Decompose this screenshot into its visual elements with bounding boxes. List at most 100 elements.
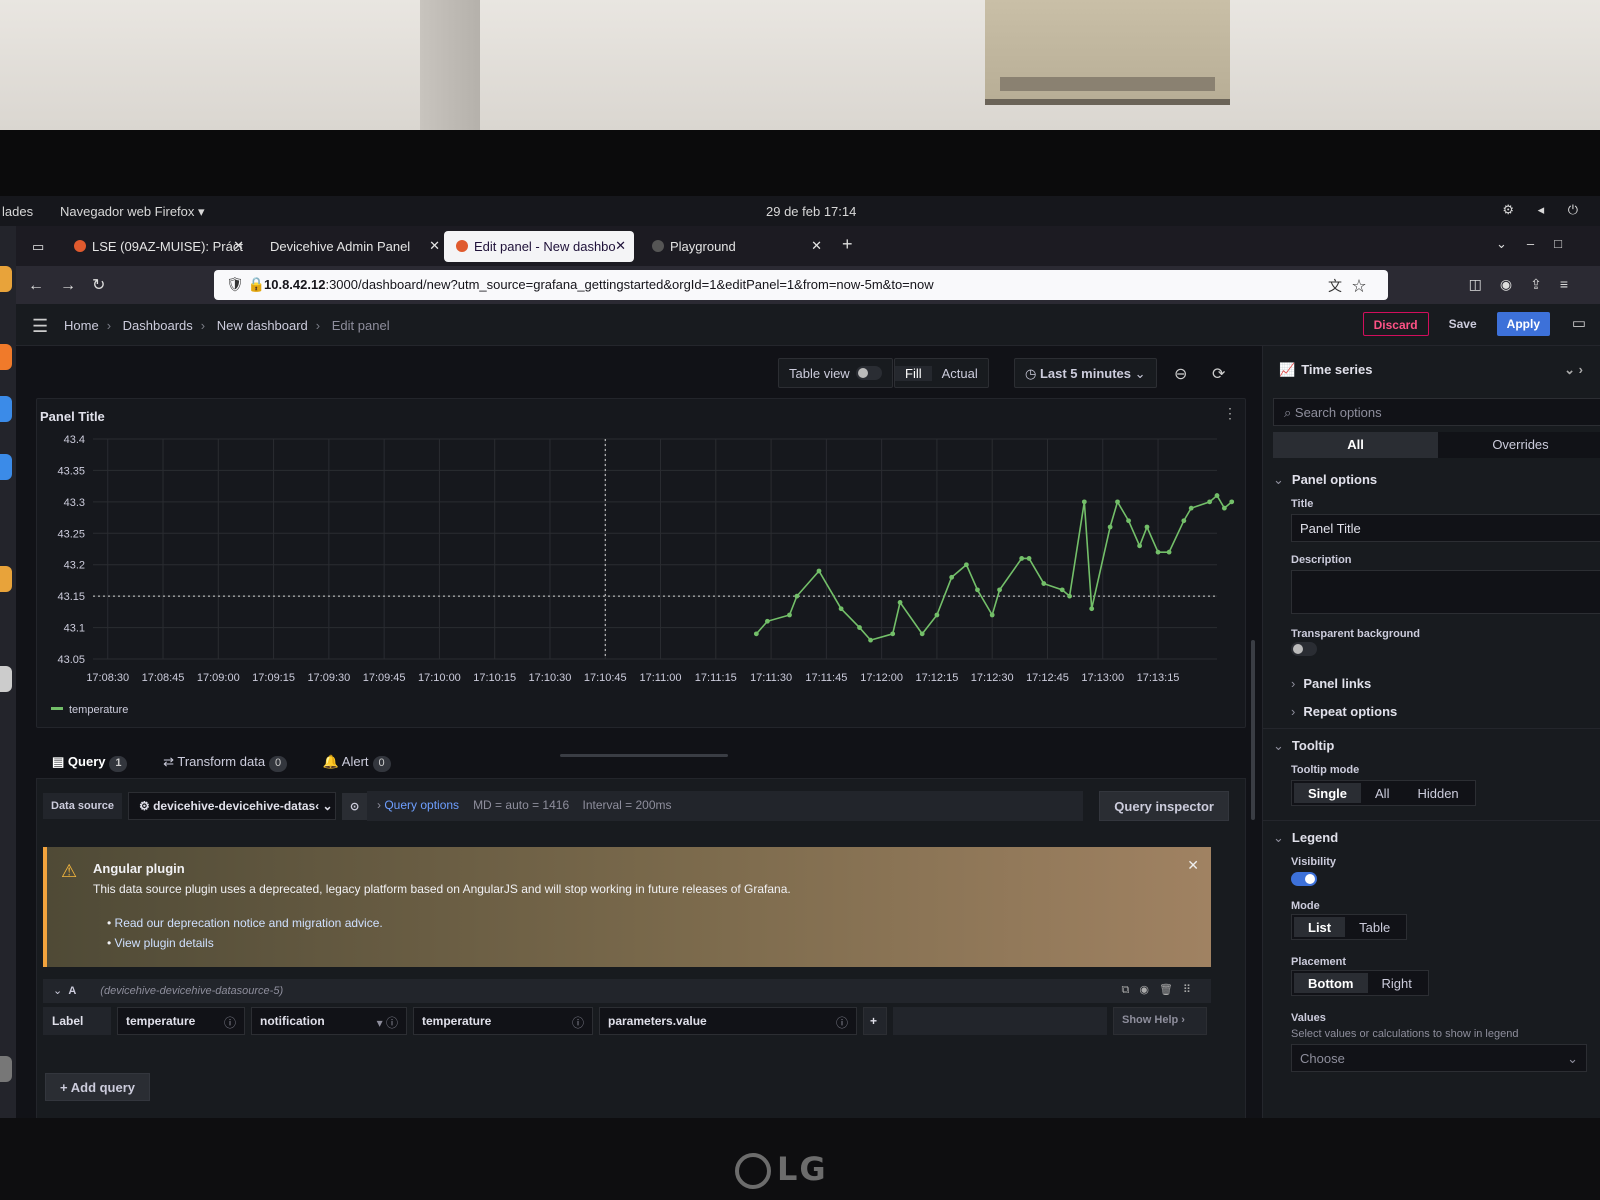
legend-mode-label: Mode (1291, 900, 1320, 912)
new-tab-button[interactable]: + (842, 234, 853, 255)
data-point (1166, 549, 1172, 555)
save-button[interactable]: Save (1439, 312, 1487, 336)
title-input[interactable]: Panel Title (1291, 514, 1600, 542)
visualization-picker[interactable]: 📈 Time series ⌄ › (1273, 356, 1591, 386)
actual-option[interactable]: Actual (932, 366, 988, 381)
dock-app-icon[interactable] (0, 566, 12, 592)
legend-right-option[interactable]: Right (1368, 973, 1426, 993)
title-label: Title (1291, 498, 1314, 510)
transparent-background-switch[interactable] (1291, 642, 1317, 656)
legend-header[interactable]: ⌄ Legend (1273, 830, 1338, 846)
repeat-options-header[interactable]: › Repeat options (1291, 704, 1397, 719)
tab-label: Edit panel - New dashbo (474, 239, 616, 254)
tooltip-hidden-option[interactable]: Hidden (1403, 783, 1472, 803)
data-point (838, 606, 844, 612)
app-menu[interactable]: Navegador web Firefox ▾ (60, 204, 205, 220)
dock-app-icon[interactable] (0, 396, 12, 422)
panel-links-label: Panel links (1303, 676, 1372, 691)
zoom-out-icon[interactable]: ⊖ (1174, 364, 1187, 384)
tab-all[interactable]: All (1273, 432, 1438, 458)
dock-app-icon[interactable] (0, 454, 12, 480)
legend-values-placeholder: Choose (1300, 1051, 1345, 1066)
panel-menu-icon[interactable]: ⋮ (1223, 405, 1237, 422)
url-field[interactable]: 🛡 🔒 10.8.42.12:3000/dashboard/new?utm_so… (214, 270, 1388, 300)
tv-mode-icon[interactable]: ▭ (1572, 314, 1586, 332)
grafana-top-bar: ☰ Home › Dashboards › New dashboard › Edit … (16, 304, 1600, 346)
url-path: :3000/dashboard/new?utm_source=grafana_g… (325, 277, 934, 292)
dock-app-icon[interactable] (0, 344, 12, 370)
time-range-picker[interactable]: ◷ Last 5 minutes ⌄ (1014, 358, 1157, 388)
legend-item[interactable]: temperature (69, 704, 128, 716)
clock-icon: ◷ (1025, 366, 1040, 381)
extension-icons[interactable]: ◫◉⇪≡ (1469, 276, 1586, 293)
fill-option[interactable]: Fill (895, 366, 932, 381)
legend-visibility-switch[interactable] (1291, 872, 1317, 886)
data-point (934, 612, 940, 618)
search-options-input[interactable]: ⌕ Search options (1273, 398, 1600, 426)
tab-overrides[interactable]: Overrides (1438, 432, 1600, 458)
tooltip-mode-label: Tooltip mode (1291, 764, 1360, 776)
tab-list-icon[interactable]: ▭ (26, 231, 54, 262)
chart-legend: temperature (51, 704, 128, 716)
legend-placement-radio: Bottom Right (1291, 970, 1429, 996)
table-view-switch[interactable] (855, 366, 882, 380)
legend-bottom-option[interactable]: Bottom (1294, 973, 1368, 993)
breadcrumb-dashboards[interactable]: Dashboards (123, 318, 193, 333)
legend-label: Legend (1291, 830, 1339, 845)
legend-list-option[interactable]: List (1294, 917, 1346, 937)
clock[interactable]: 29 de feb 17:14 (766, 204, 856, 219)
nav-buttons[interactable]: ←→↻ (28, 275, 121, 295)
legend-swatch (51, 707, 63, 710)
tooltip-label: Tooltip (1291, 738, 1335, 753)
size-mode-group: Fill Actual (894, 358, 989, 388)
close-icon[interactable]: ✕ (429, 238, 440, 254)
tooltip-single-option[interactable]: Single (1294, 783, 1362, 803)
close-icon[interactable]: ✕ (811, 238, 822, 254)
table-view-toggle[interactable]: Table view (778, 358, 893, 388)
activities-label[interactable]: lades (2, 204, 33, 219)
breadcrumb-new-dashboard[interactable]: New dashboard (217, 318, 308, 333)
refresh-icon[interactable]: ⟳ (1212, 364, 1225, 384)
tab-lse[interactable]: LSE (09AZ-MUISE): Práct ✕ (62, 231, 252, 262)
tooltip-header[interactable]: ⌄ Tooltip (1273, 738, 1334, 754)
search-icon: ⌕ (1284, 405, 1295, 420)
legend-visibility-label: Visibility (1291, 856, 1337, 868)
panel-toolbar: Table view Fill Actual ◷ Last 5 minutes ⌄… (16, 346, 1248, 396)
x-tick-label: 17:11:15 (695, 672, 737, 684)
repeat-options-label: Repeat options (1303, 704, 1398, 719)
data-point (919, 631, 925, 637)
y-tick-label: 43.05 (57, 654, 85, 666)
dock-app-icon[interactable] (0, 666, 12, 692)
menu-icon[interactable]: ☰ (32, 316, 48, 337)
bookmark-star-icon[interactable]: 文☆ (1328, 276, 1376, 296)
data-point (949, 574, 955, 580)
discard-button[interactable]: Discard (1362, 312, 1429, 336)
legend-values-select[interactable]: Choose ⌄ (1291, 1044, 1587, 1072)
time-series-chart[interactable]: 43.05 43.1 43.15 43.2 43.25 43.3 43.35 43.4 17:0… (37, 429, 1237, 704)
tab-devicehive[interactable]: Devicehive Admin Panel ✕ (258, 231, 448, 262)
dock-app-icon[interactable] (0, 266, 12, 292)
dock-apps-grid-icon[interactable] (0, 1056, 12, 1082)
tooltip-all-option[interactable]: All (1361, 783, 1403, 803)
breadcrumb-home[interactable]: Home (64, 318, 99, 333)
panel-links-header[interactable]: › Panel links (1291, 676, 1371, 691)
x-tick-label: 17:10:30 (529, 672, 572, 684)
lock-icon[interactable]: 🛡 🔒 (226, 276, 265, 293)
x-tick-label: 17:12:00 (860, 672, 903, 684)
system-tray-icons[interactable]: ⚙ ◂ ⏻ (1502, 202, 1588, 218)
tab-playground[interactable]: Playground ✕ (640, 231, 830, 262)
x-tick-label: 17:08:30 (86, 672, 129, 684)
chevron-down-icon: ⌄ › (1564, 362, 1583, 377)
close-icon[interactable]: ✕ (233, 238, 244, 254)
window-controls[interactable]: ⌄–□ (1496, 236, 1582, 252)
description-input[interactable] (1291, 570, 1600, 614)
scrollbar[interactable] (1251, 640, 1255, 820)
data-point (1019, 556, 1025, 561)
tab-edit-panel[interactable]: Edit panel - New dashbo ✕ (444, 231, 634, 262)
apply-button[interactable]: Apply (1496, 312, 1550, 336)
legend-table-option[interactable]: Table (1345, 917, 1404, 937)
panel-options-header[interactable]: ⌄ Panel options (1273, 472, 1377, 488)
panel-title[interactable]: Panel Title (40, 409, 105, 424)
close-icon[interactable]: ✕ (615, 238, 626, 254)
pane-resize-handle[interactable] (560, 754, 728, 757)
